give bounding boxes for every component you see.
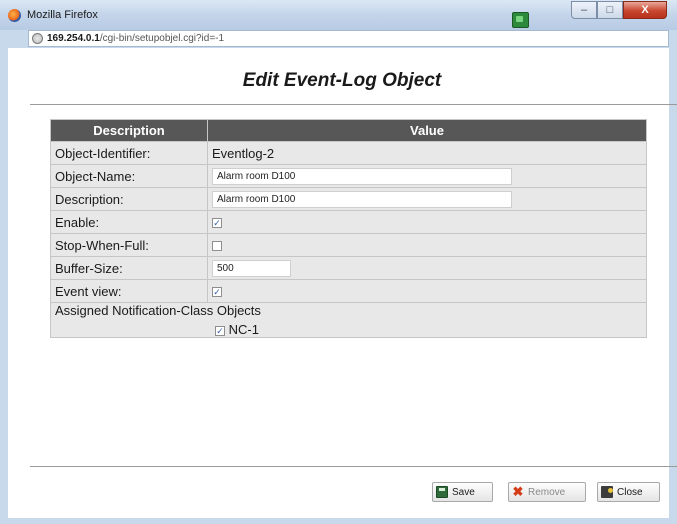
floppy-disk-icon [436,486,448,498]
url-path: /cgi-bin/setupobjel.cgi?id=-1 [99,33,225,44]
description-label: Description: [50,187,208,211]
object-identifier-value: Eventlog-2 [207,141,647,165]
browser-window: Mozilla Firefox – □ X 169.254.0.1/cgi-bi… [0,0,677,524]
object-identifier-label: Object-Identifier: [50,141,208,165]
remove-label: Remove [528,486,566,498]
bottom-divider [30,466,677,467]
door-exit-icon [601,486,613,498]
save-button[interactable]: Save [432,482,493,502]
row-object-name: Object-Name: [50,164,647,188]
enable-label: Enable: [50,210,208,234]
row-stop-when-full: Stop-When-Full: [50,233,647,257]
red-x-icon: ✖ [512,484,524,499]
row-enable: Enable: ✓ [50,210,647,234]
address-bar[interactable]: 169.254.0.1/cgi-bin/setupobjel.cgi?id=-1 [28,30,669,47]
close-label: Close [617,486,643,498]
url-host: 169.254.0.1 [47,33,100,44]
title-bar: Mozilla Firefox – □ X [0,0,677,30]
window-title: Mozilla Firefox [27,9,98,21]
buffer-size-input[interactable] [212,260,291,277]
header-description: Description [50,119,208,142]
buffer-size-label: Buffer-Size: [50,256,208,280]
row-assigned-nc: Assigned Notification-Class Objects ✓ NC… [50,302,647,338]
stop-when-full-checkbox[interactable] [212,241,222,252]
object-name-label: Object-Name: [50,164,208,188]
close-window-button[interactable]: X [623,1,667,19]
nc-item: ✓ NC-1 [215,322,646,337]
table-header-row: Description Value [50,119,647,142]
nc-1-label: NC-1 [228,322,259,337]
event-view-label: Event view: [50,279,208,303]
row-description: Description: [50,187,647,211]
firefox-icon [8,9,21,22]
row-event-view: Event view: ✓ [50,279,647,303]
page-content: Edit Event-Log Object Description Value … [8,48,677,518]
nc-1-checkbox[interactable]: ✓ [215,325,225,336]
maximize-button[interactable]: □ [597,1,623,19]
page-title: Edit Event-Log Object [242,70,442,91]
properties-table: Description Value Object-Identifier: Eve… [50,119,647,338]
row-object-identifier: Object-Identifier: Eventlog-2 [50,141,647,165]
event-view-checkbox[interactable]: ✓ [212,287,222,298]
top-divider [30,104,677,105]
assigned-nc-label: Assigned Notification-Class Objects [55,303,261,318]
close-button[interactable]: Close [597,482,660,502]
header-value: Value [207,119,647,142]
globe-icon [32,33,43,44]
remove-button[interactable]: ✖ Remove [508,482,586,502]
object-name-input[interactable] [212,168,512,185]
row-buffer-size: Buffer-Size: [50,256,647,280]
save-label: Save [452,486,475,498]
network-status-icon [512,12,529,28]
stop-when-full-label: Stop-When-Full: [50,233,208,257]
minimize-button[interactable]: – [571,1,597,19]
window-controls: – □ X [571,1,667,19]
enable-checkbox[interactable]: ✓ [212,218,222,229]
description-input[interactable] [212,191,512,208]
